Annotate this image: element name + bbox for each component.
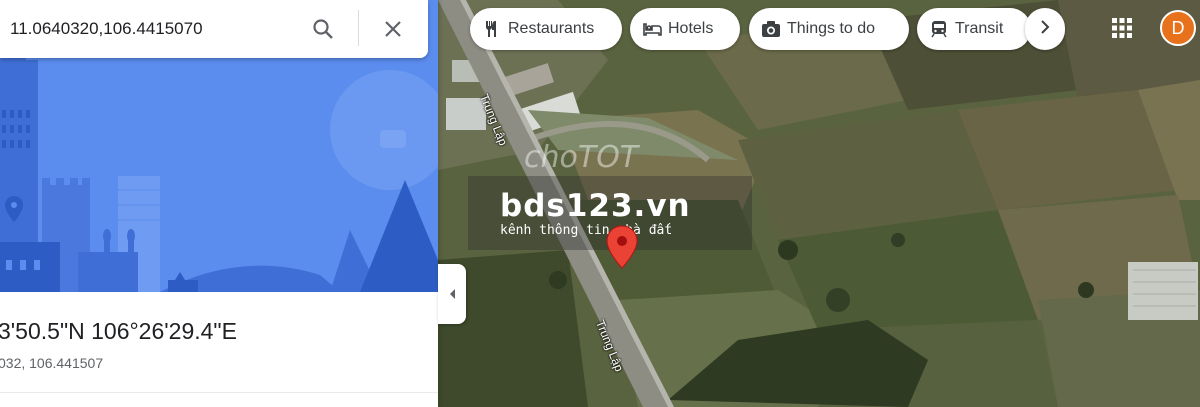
search-icon [313, 19, 333, 39]
section-divider [0, 392, 438, 393]
search-bar [0, 0, 428, 58]
chevron-left-icon [450, 289, 455, 299]
train-icon [929, 19, 949, 39]
map-pin-icon[interactable] [604, 224, 640, 270]
chip-transit[interactable]: Transit [917, 8, 1031, 50]
chip-label: Transit [955, 20, 1004, 37]
chips-next-button[interactable] [1025, 8, 1065, 50]
apps-grid-icon [1112, 18, 1132, 38]
collapse-panel-button[interactable] [438, 264, 466, 324]
chip-things-to-do[interactable]: Things to do [749, 8, 909, 50]
search-input[interactable] [10, 19, 300, 39]
chip-hotels[interactable]: Hotels [630, 8, 740, 50]
account-avatar[interactable]: D [1160, 10, 1196, 46]
camera-icon [761, 19, 781, 39]
chip-label: Restaurants [508, 20, 595, 37]
close-icon [385, 21, 401, 37]
chotot-watermark-logo: choTOT [524, 140, 639, 175]
side-panel: 3'50.5"N 106°26'29.4"E 032, 106.441507 [0, 0, 438, 407]
chip-label: Things to do [787, 20, 876, 37]
search-button[interactable] [306, 12, 340, 46]
chip-label: Hotels [668, 20, 714, 37]
chevron-right-icon [1039, 19, 1051, 39]
watermark-title: bds123.vn [500, 188, 691, 224]
fork-knife-icon [482, 19, 502, 39]
maps-app: Trung Lập Trung Lập choTOT bds123.vn kên… [0, 0, 1200, 407]
google-apps-button[interactable] [1106, 12, 1138, 44]
search-divider [358, 10, 359, 46]
clear-search-button[interactable] [376, 12, 410, 46]
chip-restaurants[interactable]: Restaurants [470, 8, 622, 50]
bed-icon [642, 19, 662, 39]
place-coordinates-title: 3'50.5"N 106°26'29.4"E [0, 318, 237, 344]
watermark-subtitle: kênh thông tin nhà đất [500, 223, 673, 238]
place-decimal-coordinates: 032, 106.441507 [0, 355, 104, 371]
